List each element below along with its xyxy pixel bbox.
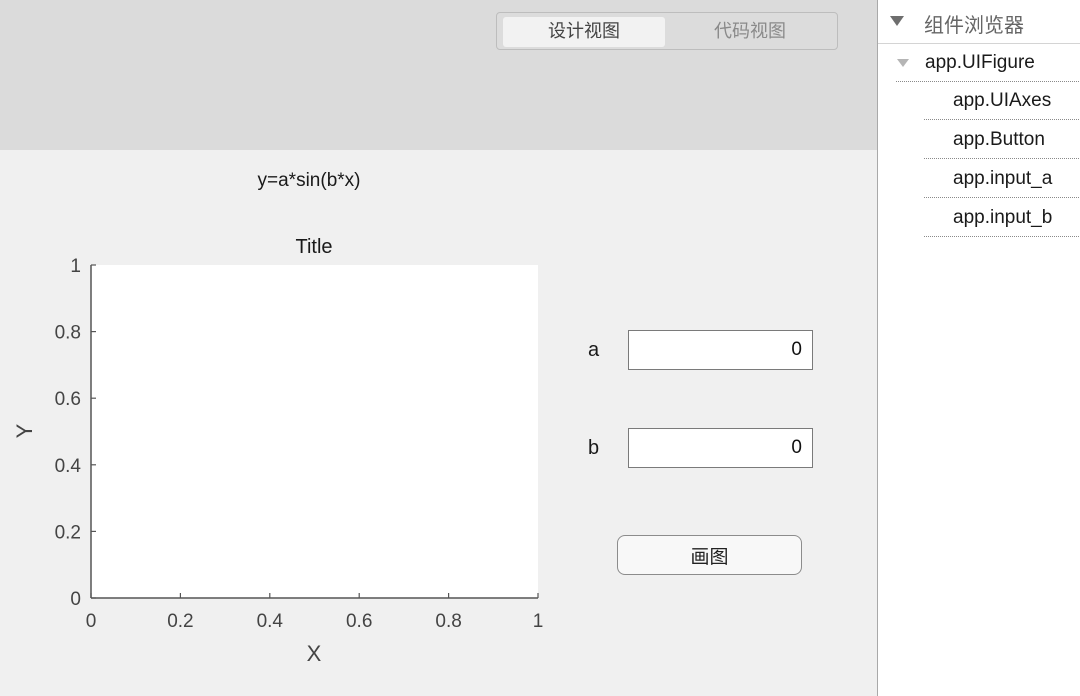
tree-item-input-a[interactable]: app.input_a (953, 160, 1052, 198)
y-tick-label: 0.4 (55, 456, 82, 477)
view-toggle: 设计视图 代码视图 (496, 12, 838, 50)
tree-separator (924, 197, 1080, 198)
y-tick-label: 1 (70, 256, 81, 277)
tree-separator (924, 119, 1080, 120)
design-view-tab[interactable]: 设计视图 (503, 17, 665, 47)
expand-triangle-icon[interactable] (897, 59, 909, 67)
label-b: b (588, 437, 600, 459)
x-tick-label: 0.8 (435, 611, 461, 632)
input-b-field[interactable] (628, 428, 813, 468)
x-tick-label: 0 (86, 611, 97, 632)
axes-title: Title (295, 236, 332, 258)
label-a: a (588, 339, 600, 361)
code-view-tab[interactable]: 代码视图 (669, 17, 831, 47)
input-a-field[interactable] (628, 330, 813, 370)
tree-item-uiaxes[interactable]: app.UIAxes (953, 82, 1051, 120)
x-tick-label: 0.6 (346, 611, 372, 632)
collapse-triangle-icon[interactable] (890, 16, 904, 26)
formula-label[interactable]: y=a*sin(b*x) (170, 170, 448, 192)
component-browser-header[interactable]: 组件浏览器 (878, 0, 1080, 44)
tree-separator (924, 236, 1080, 237)
y-tick-label: 0.8 (55, 323, 81, 344)
x-tick-label: 1 (533, 611, 544, 632)
plot-button[interactable]: 画图 (617, 535, 802, 575)
designer-header: 设计视图 代码视图 (0, 0, 877, 150)
tree-item-uifigure[interactable]: app.UIFigure (925, 44, 1035, 82)
x-tick-label: 0.4 (257, 611, 284, 632)
x-tick-label: 0.2 (167, 611, 193, 632)
plot-area (91, 265, 538, 598)
x-axis-label: X (307, 641, 322, 666)
y-axis-label: Y (12, 423, 37, 438)
tree-separator (924, 158, 1080, 159)
design-canvas[interactable]: y=a*sin(b*x) Title 0 0.2 0.4 0.6 0.8 1 0 0.2 0.… (0, 150, 877, 696)
y-tick-label: 0.6 (55, 389, 81, 410)
y-tick-label: 0.2 (55, 522, 81, 543)
ui-axes[interactable]: Title 0 0.2 0.4 0.6 0.8 1 0 0.2 0.4 0.6 0.8 1 X Y (0, 220, 580, 670)
component-browser: 组件浏览器 app.UIFigure app.UIAxes app.Button… (877, 0, 1080, 696)
y-axis: 0 0.2 0.4 0.6 0.8 1 (55, 256, 96, 610)
x-axis: 0 0.2 0.4 0.6 0.8 1 (86, 593, 544, 632)
tree-item-button[interactable]: app.Button (953, 121, 1045, 159)
tree-item-input-b[interactable]: app.input_b (953, 199, 1052, 237)
component-browser-title: 组件浏览器 (924, 13, 1024, 37)
y-tick-label: 0 (70, 589, 81, 610)
